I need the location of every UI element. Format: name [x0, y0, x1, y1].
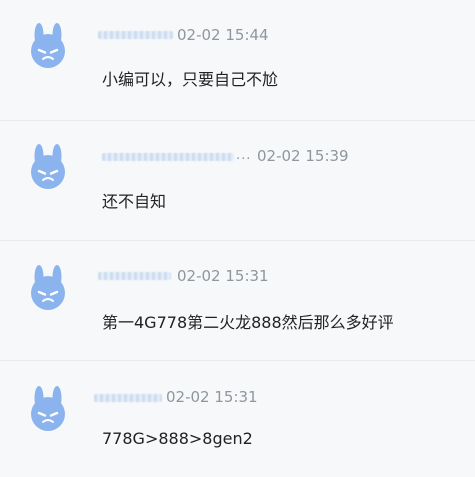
- username-redacted[interactable]: [98, 31, 173, 39]
- comment-timestamp: 02-02 15:44: [177, 26, 269, 44]
- comment-text: 小编可以，只要自己不尬: [102, 70, 279, 89]
- comment-item: ... 02-02 15:39 还不自知: [0, 121, 475, 240]
- username-redacted[interactable]: [102, 153, 234, 161]
- comment-text: 第一4G778第二火龙888然后那么多好评: [102, 313, 394, 332]
- comment-timestamp: 02-02 15:31: [166, 388, 258, 406]
- comment-item: 02-02 15:44 小编可以，只要自己不尬: [0, 0, 475, 120]
- comment-timestamp: 02-02 15:31: [177, 267, 269, 285]
- bunny-avatar-icon[interactable]: [24, 142, 72, 190]
- username-redacted[interactable]: [98, 272, 171, 280]
- bunny-avatar-icon[interactable]: [24, 263, 72, 311]
- bunny-avatar-icon[interactable]: [24, 21, 72, 69]
- comment-item: 02-02 15:31 778G>888>8gen2: [0, 361, 475, 477]
- comment-text: 还不自知: [102, 192, 167, 211]
- comment-timestamp: 02-02 15:39: [257, 147, 349, 165]
- username-redacted[interactable]: [94, 394, 162, 402]
- comment-text: 778G>888>8gen2: [102, 429, 253, 448]
- comment-item: 02-02 15:31 第一4G778第二火龙888然后那么多好评: [0, 241, 475, 360]
- username-ellipsis: ...: [236, 148, 252, 163]
- bunny-avatar-icon[interactable]: [24, 384, 72, 432]
